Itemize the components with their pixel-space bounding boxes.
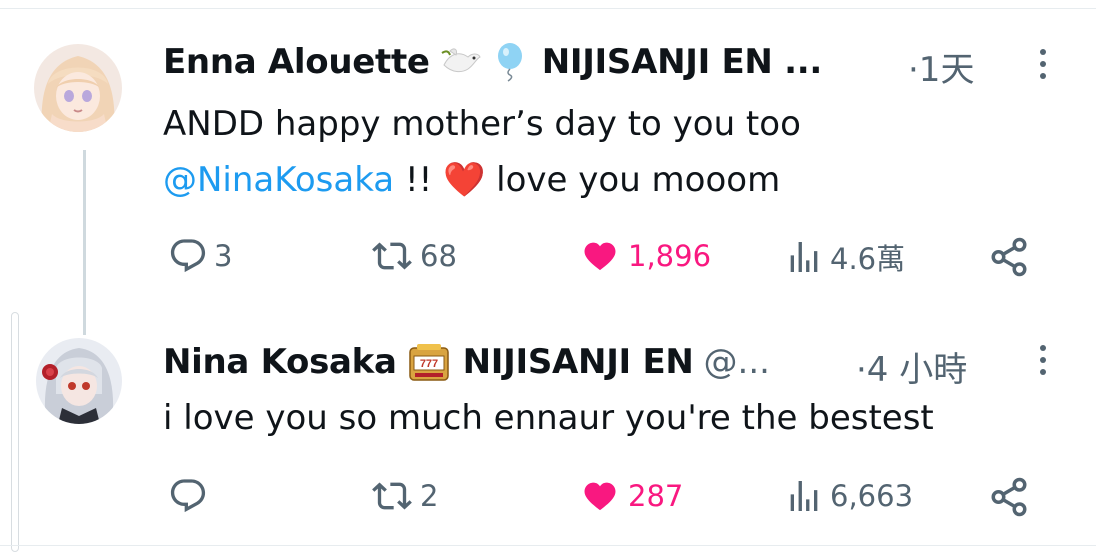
like-button[interactable]: 1,896 (578, 236, 711, 276)
reply-button[interactable]: 3 (168, 236, 232, 276)
author-name[interactable]: Nina Kosaka (163, 342, 397, 382)
action-bar: 2 287 6,663 (0, 474, 1096, 518)
more-options-icon[interactable] (1031, 340, 1055, 380)
reply-icon (170, 239, 206, 273)
tweet-text-line1: ANDD happy mother’s day to you too (163, 104, 801, 144)
share-button[interactable] (988, 236, 1030, 278)
action-bar: 3 68 1,896 4.6萬 (0, 234, 1096, 278)
retweet-count: 2 (420, 479, 439, 513)
reply-count: 3 (214, 239, 233, 273)
share-icon (991, 237, 1027, 277)
tweet-header: Nina Kosaka 777 NIJISANJI EN @... (163, 342, 770, 382)
retweet-count: 68 (420, 239, 457, 273)
svg-text:777: 777 (419, 358, 437, 370)
reply-button[interactable] (168, 476, 214, 516)
heart-filled-icon (584, 242, 616, 271)
timestamp[interactable]: ·4 小時 (856, 342, 967, 391)
like-count: 287 (628, 479, 684, 513)
view-count: 4.6萬 (830, 242, 906, 276)
retweet-button[interactable]: 68 (370, 236, 457, 276)
avatar[interactable] (34, 44, 122, 132)
bottom-divider (0, 545, 1096, 546)
dove-icon (440, 43, 482, 81)
timestamp[interactable]: ·1天 (908, 42, 974, 91)
org-label: NIJISANJI EN (462, 342, 694, 382)
tweet-text: ANDD happy mother’s day to you too @Nina… (163, 96, 801, 208)
top-divider (0, 8, 1096, 9)
more-options-icon[interactable] (1031, 44, 1055, 84)
avatar[interactable] (36, 338, 122, 424)
view-count: 6,663 (830, 479, 914, 513)
org-label: NIJISANJI EN ... (541, 42, 823, 82)
tweet-text: i love you so much ennaur you're the bes… (163, 398, 934, 438)
author-name[interactable]: Enna Alouette (163, 42, 430, 82)
analytics-icon (790, 481, 818, 511)
like-count: 1,896 (628, 239, 712, 273)
reply-icon (170, 479, 206, 513)
retweet-icon (372, 482, 412, 510)
tweet-text-line2: !! (394, 160, 444, 200)
handle[interactable]: @... (704, 342, 770, 382)
retweet-icon (372, 242, 412, 270)
tweet-text-line2-end: love you mooom (485, 160, 781, 200)
heart-emoji-icon: ❤️ (443, 160, 486, 200)
like-button[interactable]: 287 (578, 476, 683, 516)
share-button[interactable] (988, 476, 1030, 518)
heart-filled-icon (584, 482, 616, 511)
balloon-icon (492, 42, 528, 82)
views-button[interactable]: 6,663 (784, 476, 913, 516)
retweet-button[interactable]: 2 (370, 476, 438, 516)
views-button[interactable]: 4.6萬 (784, 236, 905, 278)
share-icon (991, 477, 1027, 517)
slot-machine-icon: 777 (407, 342, 451, 382)
tweet-header: Enna Alouette NIJISANJI EN ... (163, 42, 822, 82)
mention-link[interactable]: @NinaKosaka (163, 160, 394, 200)
analytics-icon (790, 242, 818, 272)
